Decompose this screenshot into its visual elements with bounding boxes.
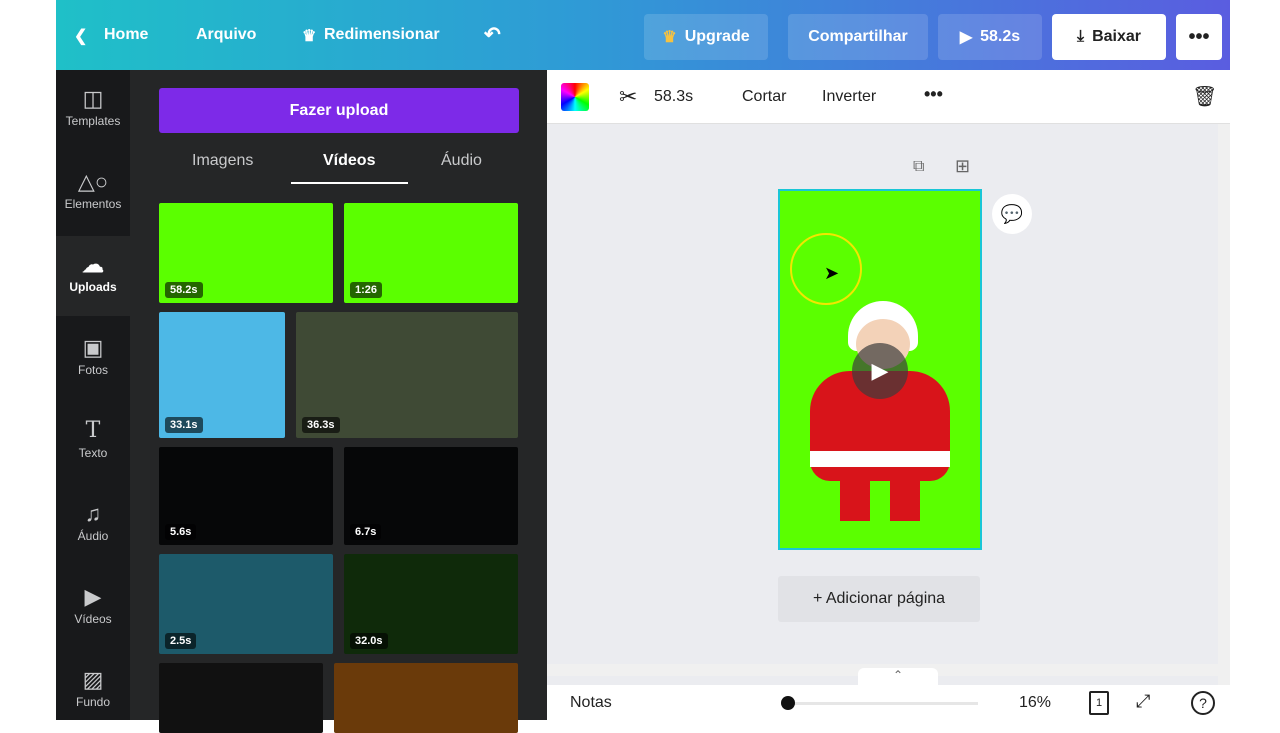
shapes-icon: △○ [77,169,109,194]
zoom-slider-knob[interactable] [781,696,795,710]
comment-icon[interactable]: 💬 [992,194,1032,234]
play-button[interactable]: ▶ 58.2s [938,14,1042,60]
video-duration: 6.7s [350,524,382,540]
text-icon: T [85,418,101,443]
video-duration: 58.2s [165,282,203,298]
pattern-icon: ▨ [82,667,104,692]
side-rail: ◫ Templates △○ Elementos ☁ Uploads ▣ Fotos T… [56,70,130,720]
zoom-slider[interactable] [788,702,978,705]
video-duration: 1:26 [350,282,383,298]
rail-label: Elementos [64,197,122,211]
santa-fur [810,451,950,467]
rail-label: Fotos [77,363,108,377]
rail-fundo[interactable]: ▨ Fundo [56,651,130,731]
video-page[interactable]: ➤ ▶ [778,189,982,550]
trash-icon[interactable]: 🗑 [1192,84,1217,109]
redimensionar-button[interactable]: Redimensionar [324,26,440,44]
page-count-button[interactable]: 1 [1089,691,1109,715]
cortar-button[interactable]: Cortar [742,88,786,106]
inverter-button[interactable]: Inverter [822,88,876,106]
video-thumbnail[interactable]: 2.5s [159,554,333,654]
more-button[interactable]: ••• [1176,14,1222,60]
play-icon: ▶ [959,29,973,46]
fullscreen-icon[interactable]: ⤢ [1136,691,1150,712]
download-icon: ⤓ [1077,28,1085,45]
video-thumbnail[interactable]: 5.6s [159,447,333,545]
home-link[interactable]: Home [104,26,148,44]
vertical-scrollbar[interactable] [1218,124,1230,685]
template-icon: ◫ [82,86,104,111]
tab-videos[interactable]: Vídeos [323,152,375,170]
rail-label: Texto [78,446,108,460]
trim-duration[interactable]: 58.3s [654,88,693,106]
crown-icon: ♛ [662,29,677,46]
zoom-level[interactable]: 16% [1019,694,1051,712]
rail-uploads[interactable]: ☁ Uploads [56,236,130,316]
add-page-icon[interactable]: ⊞ [955,156,970,177]
upgrade-button[interactable]: ♛ Upgrade [644,14,768,60]
video-thumbnail[interactable]: 36.3s [296,312,518,438]
video-thumbnail[interactable]: 1:26 [344,203,518,303]
expand-notes-chevron[interactable]: ⌃ [858,668,938,685]
upload-button[interactable]: Fazer upload [159,88,519,133]
cloud-upload-icon: ☁ [82,252,104,277]
rail-fotos[interactable]: ▣ Fotos [56,319,130,399]
uploads-panel: Fazer upload Imagens Vídeos Áudio 58.2s 1… [130,70,561,733]
image-icon: ▣ [82,335,104,360]
video-thumbnail[interactable]: 33.1s [159,312,285,438]
rail-label: Fundo [75,695,111,709]
rail-texto[interactable]: T Texto [56,402,130,482]
video-duration: 33.1s [165,417,203,433]
rail-videos[interactable]: ▶ Vídeos [56,568,130,648]
video-thumbnail[interactable]: 6.7s [344,447,518,545]
notes-button[interactable]: Notas [570,694,612,712]
canvas-area: ⧉ ⊞ ➤ ▶ 💬 + Adicionar página ⌃ [547,124,1230,685]
add-page-button[interactable]: + Adicionar página [778,576,980,622]
download-label: Baixar [1092,28,1141,45]
video-duration: 36.3s [302,417,340,433]
rail-audio[interactable]: ♫ Áudio [56,485,130,565]
share-label: Compartilhar [808,28,908,45]
video-icon: ▶ [84,584,102,609]
color-picker-button[interactable] [561,83,589,111]
video-thumbnail[interactable]: 32.0s [344,554,518,654]
play-duration: 58.2s [980,28,1021,45]
rail-label: Vídeos [74,612,112,626]
crown-icon: ♛ [302,28,317,45]
share-button[interactable]: Compartilhar [788,14,928,60]
rail-templates[interactable]: ◫ Templates [56,70,130,150]
santa-leg [840,481,870,521]
video-thumbnail[interactable] [159,663,323,733]
back-chevron-icon[interactable]: ❮ [74,26,87,46]
help-icon[interactable]: ? [1191,691,1215,715]
santa-leg [890,481,920,521]
rail-label: Áudio [77,529,109,543]
upgrade-label: Upgrade [684,28,750,45]
music-icon: ♫ [84,501,102,526]
active-tab-underline [291,182,408,184]
scissors-icon[interactable]: ✂ [619,84,637,110]
undo-icon[interactable]: ↶ [484,22,501,47]
editor-toolbar: ✂ 58.3s Cortar Inverter ••• 🗑 [547,70,1230,124]
video-duration: 2.5s [165,633,197,649]
arquivo-menu[interactable]: Arquivo [196,26,256,44]
more-options-icon[interactable]: ••• [924,84,943,105]
video-thumbnail[interactable]: 58.2s [159,203,333,303]
bottom-bar: Notas 16% 1 ⤢ ? [547,685,1230,720]
cursor-icon: ➤ [824,263,840,283]
top-bar: ❮ Home Arquivo ♛ Redimensionar ↶ ♛ Upgrad… [56,0,1230,70]
rail-label: Uploads [69,280,117,294]
rail-label: Templates [65,114,121,128]
video-duration: 32.0s [350,633,388,649]
video-thumbnail[interactable] [334,663,518,733]
tab-imagens[interactable]: Imagens [192,152,253,170]
download-button[interactable]: ⤓ Baixar [1052,14,1166,60]
duplicate-page-icon[interactable]: ⧉ [913,158,924,176]
tab-audio[interactable]: Áudio [441,152,482,170]
rail-elementos[interactable]: △○ Elementos [56,153,130,233]
play-overlay-icon[interactable]: ▶ [852,343,908,399]
video-duration: 5.6s [165,524,197,540]
